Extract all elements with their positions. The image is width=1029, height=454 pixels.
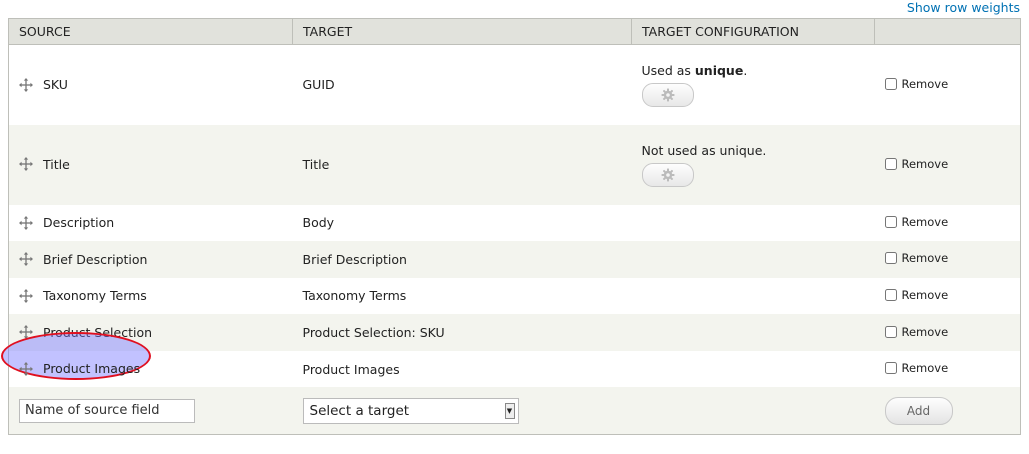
source-name: SKU [43, 77, 68, 92]
source-cell: Taxonomy Terms [9, 278, 293, 315]
remove-checkbox[interactable] [884, 215, 897, 228]
target-config-cell [632, 205, 875, 242]
remove-checkbox-label[interactable]: Remove [884, 156, 949, 171]
source-name: Taxonomy Terms [43, 288, 147, 304]
remove-cell: Remove [875, 351, 1021, 388]
source-cell: Description [9, 205, 293, 242]
remove-checkbox-label[interactable]: Remove [884, 324, 949, 339]
target-config-cell [632, 314, 875, 351]
chevron-down-icon: ▼ [504, 402, 515, 419]
table-header: SOURCE TARGET TARGET CONFIGURATION [8, 18, 1021, 45]
remove-label: Remove [901, 214, 949, 229]
add-source-cell [9, 387, 293, 434]
remove-label: Remove [901, 324, 949, 339]
drag-handle-icon[interactable] [19, 215, 33, 230]
remove-checkbox[interactable] [884, 252, 897, 265]
config-button[interactable] [641, 82, 694, 107]
table-row[interactable]: Taxonomy Terms Taxonomy Terms Remove [8, 277, 1021, 315]
drag-handle-icon[interactable] [19, 157, 33, 172]
add-button[interactable]: Add [884, 396, 953, 425]
add-mapping-row: Select a target ▼ Add [8, 387, 1021, 435]
table-row[interactable]: Title Title Not used as unique. Remove [8, 124, 1021, 205]
remove-label: Remove [901, 251, 949, 266]
target-config-text: Not used as unique. [641, 142, 767, 158]
remove-cell: Remove [875, 314, 1021, 351]
target-cell: Product Selection: SKU [293, 314, 632, 351]
target-config-cell [632, 351, 875, 388]
source-name: Description [43, 215, 115, 231]
target-config-cell: Used as unique. [632, 45, 875, 125]
target-select[interactable]: Select a target ▼ [302, 397, 519, 424]
gear-icon [661, 168, 675, 182]
mapping-table: SOURCE TARGET TARGET CONFIGURATION SKU GU… [1, 18, 1021, 435]
remove-checkbox[interactable] [884, 157, 897, 170]
target-config-cell: Not used as unique. [632, 125, 875, 205]
remove-label: Remove [901, 361, 949, 376]
table-row[interactable]: Brief Description Brief Description Remove [8, 241, 1021, 278]
table-row[interactable]: Product Images Product Images Remove [1, 331, 1021, 388]
target-name: Product Selection: SKU [302, 325, 445, 341]
remove-checkbox[interactable] [884, 77, 897, 90]
remove-cell: Remove [875, 205, 1021, 242]
remove-label: Remove [901, 287, 949, 302]
target-cell: GUID [293, 45, 632, 125]
source-cell: SKU [9, 45, 293, 125]
remove-checkbox-label[interactable]: Remove [884, 361, 949, 376]
show-row-weights-link[interactable]: Show row weights [907, 0, 1020, 15]
header-target: TARGET [292, 18, 632, 45]
remove-cell: Remove [875, 45, 1021, 125]
table-row[interactable]: SKU GUID Used as unique. Remove [8, 44, 1021, 125]
target-config-cell [632, 241, 875, 278]
remove-cell: Remove [875, 241, 1021, 278]
drag-handle-icon[interactable] [19, 252, 33, 267]
source-name: Brief Description [43, 251, 148, 267]
target-cell: Product Images [293, 351, 632, 388]
add-target-cell: Select a target ▼ [293, 387, 632, 434]
source-cell: Product Images [1, 331, 293, 388]
target-cell: Title [293, 125, 632, 205]
target-cell: Brief Description [293, 241, 632, 278]
source-name: Product Images [43, 361, 141, 377]
remove-label: Remove [901, 156, 949, 171]
drag-handle-icon[interactable] [19, 361, 33, 376]
target-name: GUID [302, 77, 335, 93]
header-target-configuration: TARGET CONFIGURATION [631, 18, 875, 45]
remove-cell: Remove [875, 278, 1021, 315]
remove-checkbox[interactable] [884, 288, 897, 301]
gear-icon [661, 88, 675, 102]
add-button-cell: Add [875, 387, 1021, 434]
add-config-cell [632, 387, 875, 434]
source-cell: Title [9, 125, 293, 205]
target-name: Taxonomy Terms [302, 288, 407, 304]
target-name: Product Images [302, 361, 400, 377]
target-config-text: Used as unique. [641, 62, 748, 78]
drag-handle-icon[interactable] [19, 288, 33, 303]
remove-label: Remove [901, 76, 949, 91]
target-config-cell [632, 278, 875, 315]
source-name-input[interactable] [19, 398, 195, 423]
remove-checkbox[interactable] [884, 325, 897, 338]
remove-checkbox-label[interactable]: Remove [884, 287, 949, 302]
remove-checkbox-label[interactable]: Remove [884, 251, 949, 266]
remove-checkbox[interactable] [884, 362, 897, 375]
source-cell: Brief Description [9, 241, 293, 278]
target-select-value: Select a target [309, 402, 410, 419]
remove-checkbox-label[interactable]: Remove [884, 214, 949, 229]
remove-cell: Remove [875, 125, 1021, 205]
config-button[interactable] [641, 162, 694, 187]
header-source: SOURCE [8, 18, 293, 45]
remove-checkbox-label[interactable]: Remove [884, 76, 949, 91]
header-actions [874, 18, 1021, 45]
target-name: Brief Description [302, 251, 407, 267]
drag-handle-icon[interactable] [19, 77, 33, 92]
target-name: Body [302, 215, 335, 231]
target-cell: Taxonomy Terms [293, 278, 632, 315]
source-name: Title [43, 156, 70, 172]
table-row[interactable]: Product Selection Product Selection: SKU R… [8, 314, 1021, 351]
target-name: Title [302, 157, 330, 172]
table-row[interactable]: Description Body Remove [8, 204, 1021, 242]
target-cell: Body [293, 205, 632, 242]
